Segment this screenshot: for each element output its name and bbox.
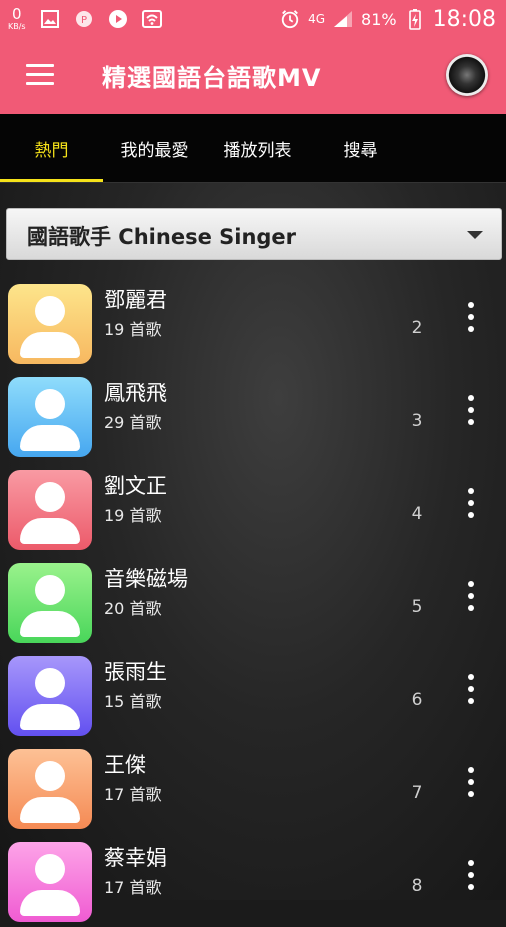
network-type-label: 4G [308,12,326,26]
wifi-hotspot-icon [141,9,162,29]
singer-category-dropdown[interactable]: 國語歌手 Chinese Singer [6,208,502,260]
battery-charging-icon [405,9,425,30]
more-options-icon[interactable] [460,302,482,338]
singer-list-item[interactable]: 王傑 17 首歌 7 [0,741,506,834]
main-content: 國語歌手 Chinese Singer 鄧麗君 19 首歌 2 鳳飛飛 29 首歌 3 劉文… [0,183,506,922]
singer-avatar-icon [8,377,92,457]
singer-rank: 2 [411,318,423,338]
gallery-notification-icon [40,9,60,29]
more-options-icon[interactable] [460,767,482,803]
singer-rank: 8 [411,876,423,896]
more-options-icon[interactable] [460,395,482,431]
app-title: 精選國語台語歌MV [102,64,322,92]
dropdown-selected-value: 國語歌手 Chinese Singer [27,225,297,249]
singer-name: 鄧麗君 [104,288,167,312]
youtube-notification-icon [108,9,128,29]
svg-text:P: P [81,15,87,26]
singer-name: 蔡幸娟 [104,846,167,870]
more-options-icon[interactable] [460,581,482,617]
hamburger-menu-icon[interactable] [26,64,54,86]
singer-name: 劉文正 [104,474,167,498]
network-speed-value: 0 [12,4,22,23]
more-options-icon[interactable] [460,860,482,896]
song-count: 19 首歌 [104,320,162,339]
signal-icon [333,9,353,29]
camera-lens-icon[interactable] [446,54,488,96]
clock: 18:08 [432,6,496,32]
singer-name: 張雨生 [104,660,167,684]
singer-avatar-icon [8,749,92,829]
dropdown-arrow-icon [467,231,483,239]
singer-name: 音樂磁場 [104,567,188,591]
tab-bar: 熱門 我的最愛 播放列表 搜尋 [0,114,506,183]
song-count: 19 首歌 [104,506,162,525]
song-count: 29 首歌 [104,413,162,432]
status-bar-right: 4G 81% 18:08 [280,0,496,38]
singer-rank: 7 [411,783,423,803]
alarm-icon [280,9,300,29]
singer-avatar-icon [8,656,92,736]
battery-percent: 81% [361,9,397,29]
song-count: 17 首歌 [104,878,162,897]
singer-rank: 4 [411,504,423,524]
network-speed: 0 KB/s [8,4,26,32]
song-count: 20 首歌 [104,599,162,618]
app-notification-icon: P [74,9,94,29]
singer-list-item[interactable]: 蔡幸娟 17 首歌 8 [0,834,506,927]
tab-playlist[interactable]: 播放列表 [206,114,309,182]
tab-search[interactable]: 搜尋 [309,114,412,182]
singer-avatar-icon [8,563,92,643]
song-count: 17 首歌 [104,785,162,804]
song-count: 15 首歌 [104,692,162,711]
network-speed-unit: KB/s [8,21,26,31]
app-bar: 精選國語台語歌MV [0,38,506,114]
tab-favorites[interactable]: 我的最愛 [103,114,206,182]
singer-rank: 3 [411,411,423,431]
singer-avatar-icon [8,470,92,550]
singer-list-item[interactable]: 鳳飛飛 29 首歌 3 [0,369,506,462]
singer-list-item[interactable]: 劉文正 19 首歌 4 [0,462,506,555]
singer-list-item[interactable]: 音樂磁場 20 首歌 5 [0,555,506,648]
singer-list-item[interactable]: 鄧麗君 19 首歌 2 [0,276,506,369]
singer-list-item[interactable]: 張雨生 15 首歌 6 [0,648,506,741]
singer-avatar-icon [8,842,92,922]
singer-name: 王傑 [104,753,146,777]
singer-avatar-icon [8,284,92,364]
singer-rank: 5 [411,597,423,617]
status-bar: 0 KB/s P 4G 81% 18:08 [0,0,506,38]
more-options-icon[interactable] [460,674,482,710]
more-options-icon[interactable] [460,488,482,524]
tab-popular[interactable]: 熱門 [0,114,103,182]
status-bar-left: 0 KB/s P [8,0,162,38]
singer-rank: 6 [411,690,423,710]
singer-name: 鳳飛飛 [104,381,167,405]
